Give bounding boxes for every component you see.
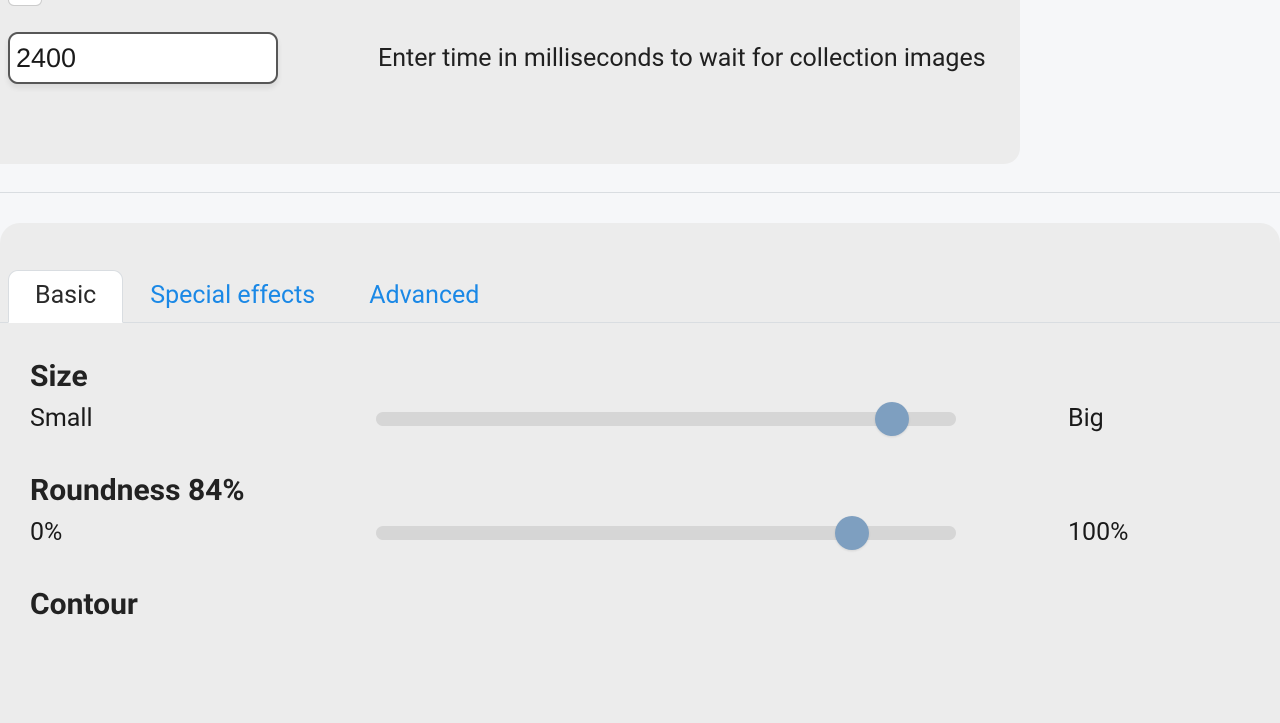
tab-basic[interactable]: Basic (8, 270, 123, 323)
roundness-title: Roundness 84% (30, 473, 1250, 508)
size-min-label: Small (30, 404, 376, 433)
section-divider (0, 192, 1280, 193)
tab-special-effects[interactable]: Special effects (123, 270, 342, 323)
timeout-row: Enter time in milliseconds to wait for c… (8, 32, 1020, 84)
timeout-help-text: Enter time in milliseconds to wait for c… (378, 44, 986, 73)
contour-title: Contour (30, 587, 1250, 622)
size-slider-row: Small Big (30, 404, 1250, 433)
roundness-slider[interactable] (376, 526, 956, 540)
roundness-slider-row: 0% 100% (30, 518, 1250, 547)
size-title: Size (30, 359, 1250, 394)
size-slider[interactable] (376, 412, 956, 426)
tabs-bar: Basic Special effects Advanced (0, 223, 1280, 323)
roundness-min-label: 0% (30, 518, 376, 547)
size-max-label: Big (1068, 404, 1104, 433)
settings-section: Basic Special effects Advanced Size Smal… (0, 223, 1280, 723)
basic-panel: Size Small Big Roundness 84% 0% 100% Con… (0, 323, 1280, 622)
timeout-section: Enter time in milliseconds to wait for c… (0, 0, 1020, 164)
roundness-slider-thumb[interactable] (835, 516, 869, 550)
timeout-input[interactable] (8, 32, 278, 84)
roundness-max-label: 100% (1068, 518, 1128, 547)
tab-advanced[interactable]: Advanced (342, 270, 506, 323)
fragment (8, 0, 42, 6)
size-slider-thumb[interactable] (875, 402, 909, 436)
